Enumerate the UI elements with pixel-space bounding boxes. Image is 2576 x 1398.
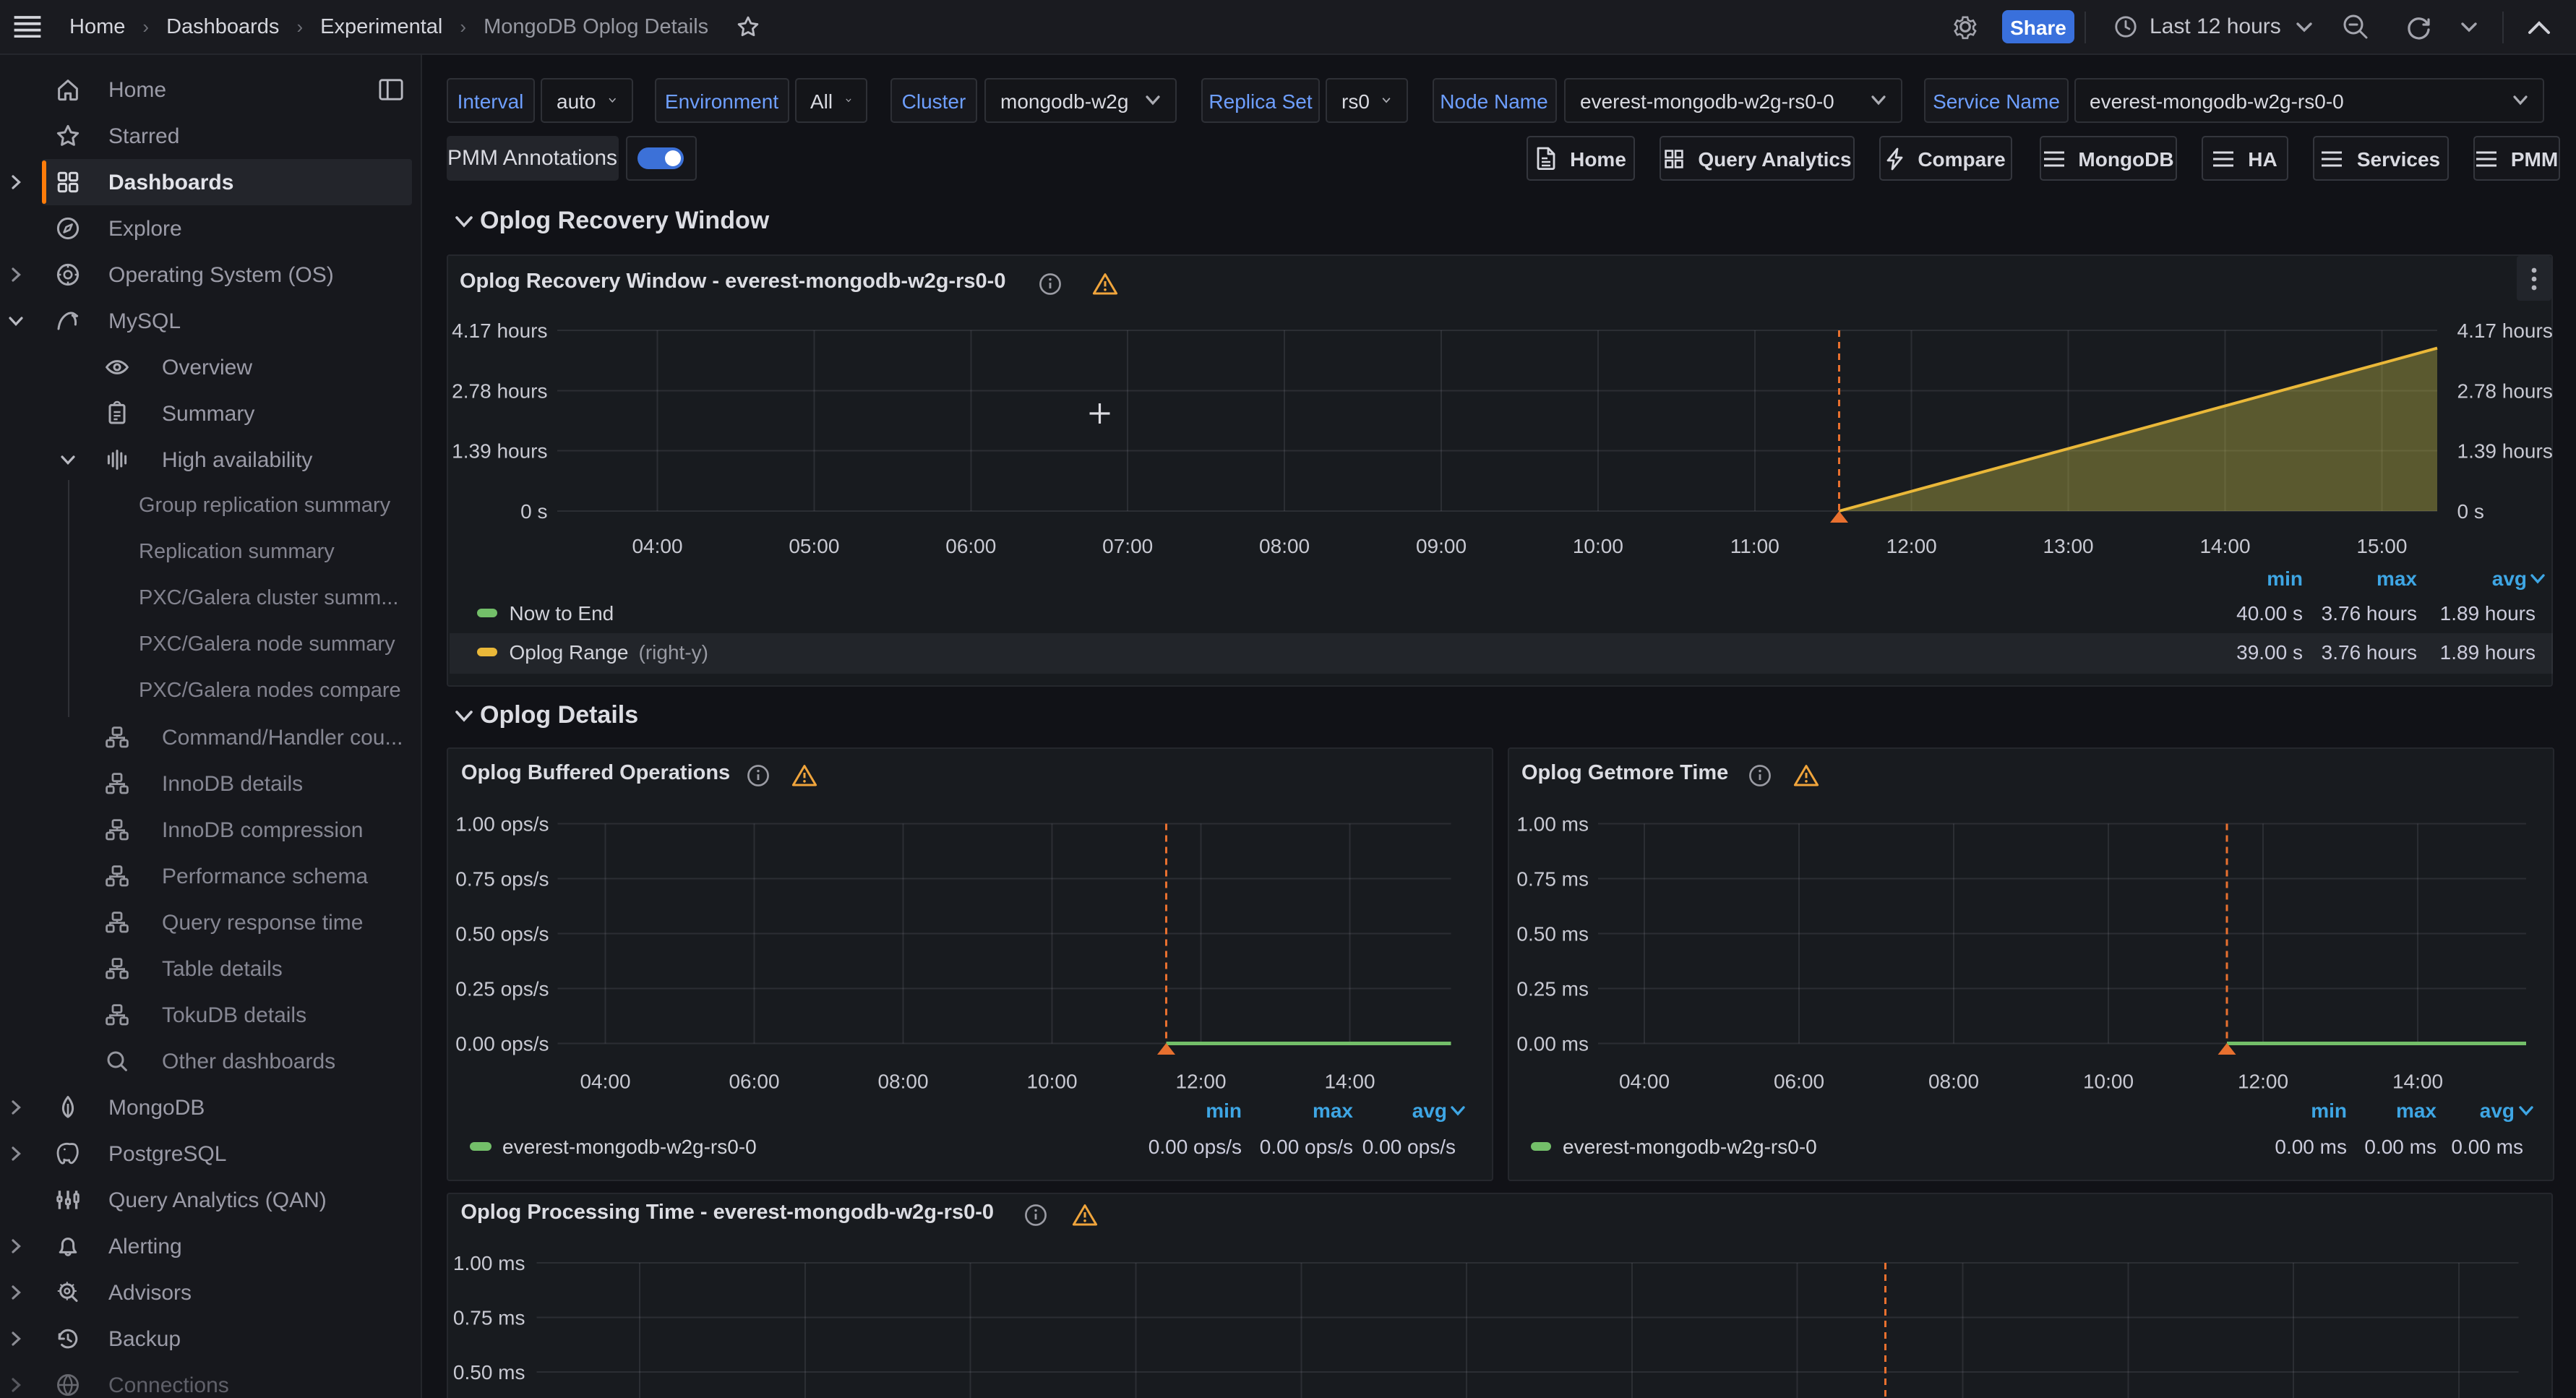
svg-text:14:00: 14:00 <box>2199 535 2250 557</box>
svg-text:0.75 ms: 0.75 ms <box>1516 868 1588 891</box>
svg-text:0 s: 0 s <box>520 500 547 523</box>
svg-text:0 s: 0 s <box>2457 500 2484 523</box>
svg-text:4.17 hours: 4.17 hours <box>2457 320 2553 342</box>
svg-text:08:00: 08:00 <box>877 1071 928 1093</box>
svg-text:0.75 ops/s: 0.75 ops/s <box>455 868 549 891</box>
svg-text:0.00 ops/s: 0.00 ops/s <box>455 1033 549 1055</box>
svg-text:04:00: 04:00 <box>1618 1071 1669 1093</box>
svg-text:07:00: 07:00 <box>1102 535 1153 557</box>
svg-text:05:00: 05:00 <box>789 535 839 557</box>
svg-text:1.00 ms: 1.00 ms <box>453 1252 525 1274</box>
svg-text:0.50 ms: 0.50 ms <box>453 1361 525 1384</box>
svg-text:1.39 hours: 1.39 hours <box>452 440 547 463</box>
svg-text:12:00: 12:00 <box>2237 1071 2288 1093</box>
svg-text:14:00: 14:00 <box>1324 1071 1375 1093</box>
svg-text:08:00: 08:00 <box>1259 535 1310 557</box>
svg-text:0.25 ops/s: 0.25 ops/s <box>455 978 549 1000</box>
svg-text:1.00 ms: 1.00 ms <box>1516 813 1588 836</box>
svg-text:12:00: 12:00 <box>1886 535 1937 557</box>
svg-text:0.50 ms: 0.50 ms <box>1516 923 1588 945</box>
svg-text:12:00: 12:00 <box>1175 1071 1226 1093</box>
svg-text:2.78 hours: 2.78 hours <box>452 379 547 402</box>
svg-text:10:00: 10:00 <box>1026 1071 1077 1093</box>
svg-text:2.78 hours: 2.78 hours <box>2457 379 2553 402</box>
svg-text:0.75 ms: 0.75 ms <box>453 1307 525 1329</box>
svg-text:0.50 ops/s: 0.50 ops/s <box>455 923 549 945</box>
svg-text:11:00: 11:00 <box>1730 535 1779 557</box>
svg-text:4.17 hours: 4.17 hours <box>452 320 547 342</box>
svg-text:14:00: 14:00 <box>2392 1071 2442 1093</box>
svg-text:1.00 ops/s: 1.00 ops/s <box>455 813 549 836</box>
svg-text:1.39 hours: 1.39 hours <box>2457 440 2553 463</box>
svg-text:0.00 ms: 0.00 ms <box>1516 1033 1588 1055</box>
svg-text:06:00: 06:00 <box>1773 1071 1824 1093</box>
svg-text:0.25 ms: 0.25 ms <box>1516 978 1588 1000</box>
svg-text:10:00: 10:00 <box>2082 1071 2133 1093</box>
svg-text:06:00: 06:00 <box>729 1071 779 1093</box>
svg-text:10:00: 10:00 <box>1573 535 1623 557</box>
svg-text:09:00: 09:00 <box>1416 535 1467 557</box>
svg-text:13:00: 13:00 <box>2043 535 2094 557</box>
svg-text:08:00: 08:00 <box>1928 1071 1978 1093</box>
svg-text:04:00: 04:00 <box>580 1071 630 1093</box>
svg-text:06:00: 06:00 <box>945 535 996 557</box>
svg-text:04:00: 04:00 <box>632 535 682 557</box>
svg-text:15:00: 15:00 <box>2356 535 2407 557</box>
